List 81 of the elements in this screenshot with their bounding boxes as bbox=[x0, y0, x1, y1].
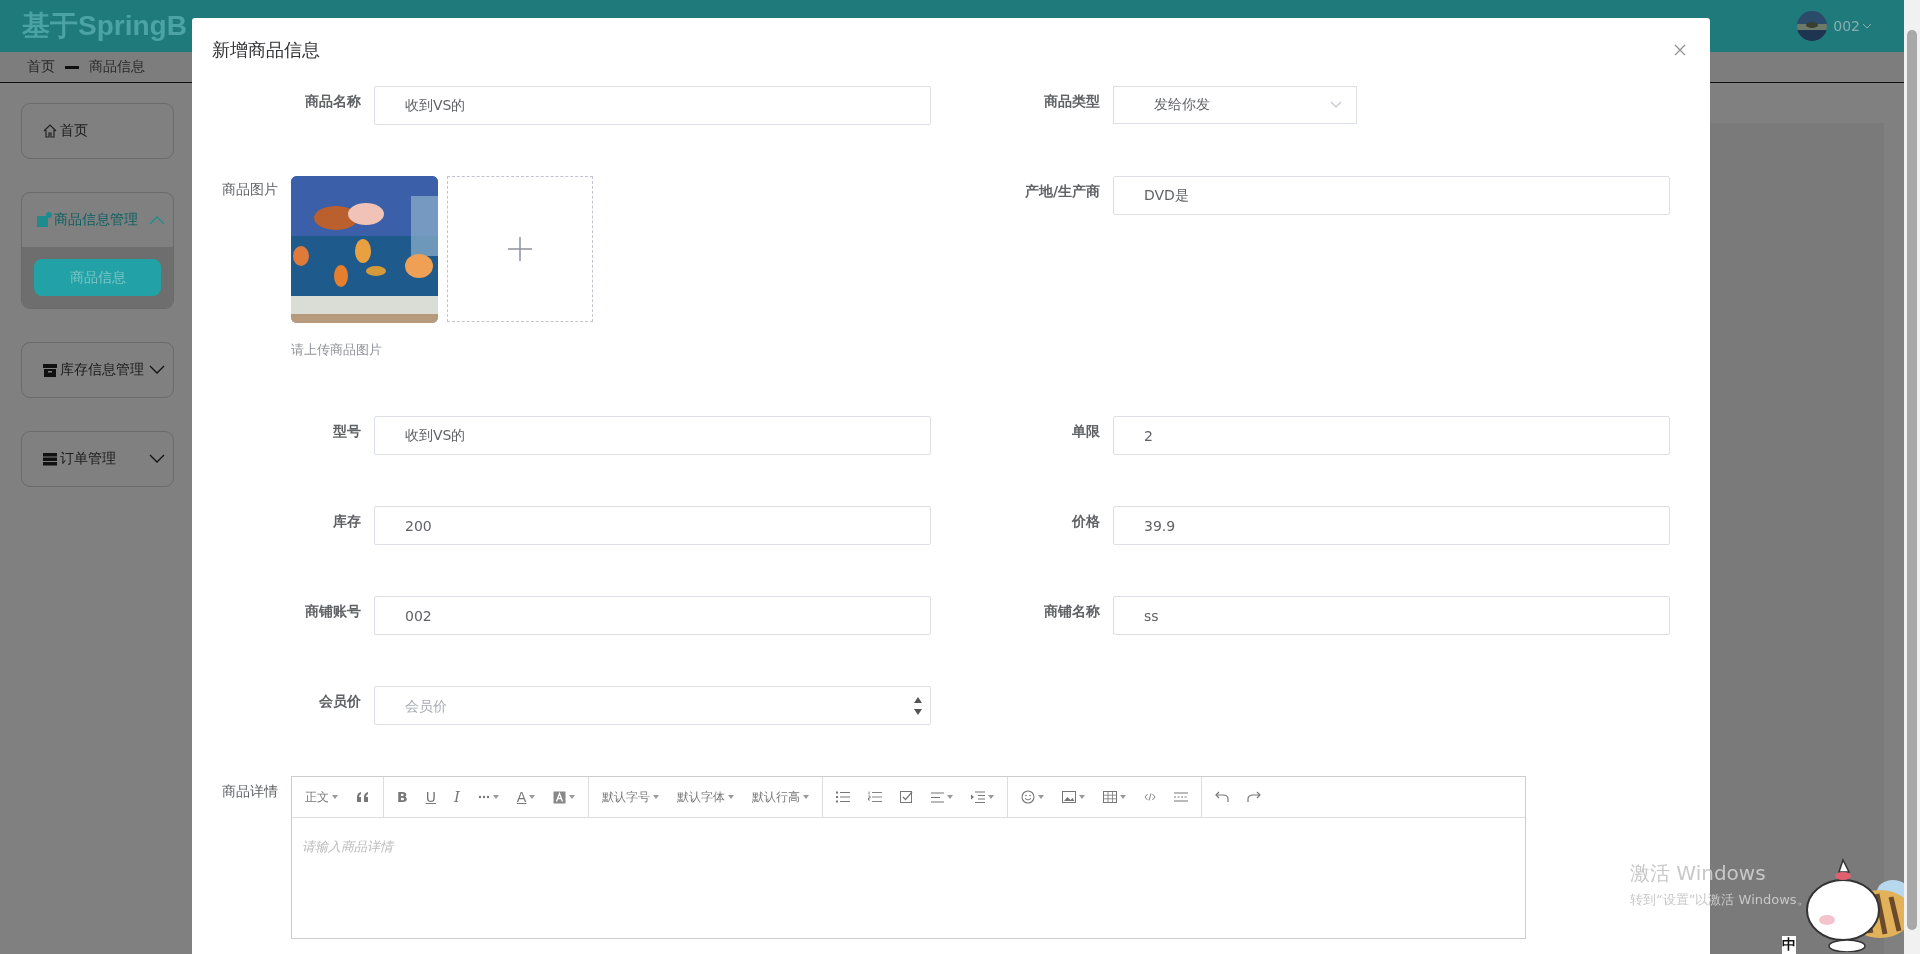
breadcrumb-separator bbox=[65, 65, 79, 69]
field-label: 商铺账号 bbox=[304, 602, 361, 621]
caret-icon bbox=[332, 795, 338, 799]
field-label: 商品名称 bbox=[304, 92, 361, 111]
menu-item[interactable]: 订单管理 bbox=[22, 432, 173, 486]
caret-icon bbox=[1120, 795, 1127, 799]
toolbar-button[interactable]: U bbox=[418, 782, 443, 812]
caret-icon bbox=[569, 795, 576, 799]
spinner-icon bbox=[913, 696, 923, 716]
caret-icon bbox=[1330, 101, 1342, 109]
breadcrumb-item[interactable]: 商品信息 bbox=[89, 58, 145, 76]
field-label: 商品类型 bbox=[1043, 92, 1100, 111]
field-label: 价格 bbox=[1070, 512, 1100, 531]
quote-icon bbox=[356, 791, 370, 803]
field-label: 商品详情 bbox=[221, 782, 278, 801]
menu-item[interactable]: 首页 bbox=[22, 104, 173, 158]
divider-icon bbox=[1174, 792, 1189, 802]
highlight-icon bbox=[553, 790, 567, 804]
caret-icon bbox=[653, 795, 660, 799]
checkbox-icon bbox=[900, 790, 914, 804]
field-label: 商铺名称 bbox=[1043, 602, 1100, 621]
toolbar-button[interactable]: 正文 bbox=[298, 782, 345, 812]
align-icon bbox=[931, 791, 945, 803]
scrollbar[interactable] bbox=[1904, 0, 1920, 954]
menu-item[interactable]: 库存信息管理 bbox=[22, 343, 173, 397]
archive-box-icon bbox=[42, 362, 58, 378]
input-field[interactable]: 2 bbox=[1113, 416, 1670, 455]
chevron-icon bbox=[149, 365, 165, 375]
caret-icon bbox=[803, 795, 810, 799]
input-field[interactable]: DVD是 bbox=[1113, 176, 1670, 215]
caret-icon bbox=[1862, 22, 1872, 30]
field-label: 库存 bbox=[332, 512, 361, 531]
code-icon bbox=[1144, 793, 1157, 801]
input-field[interactable]: 002 bbox=[374, 596, 931, 635]
more-icon bbox=[477, 795, 490, 799]
toolbar-button[interactable]: 默认行高 bbox=[745, 782, 817, 812]
caret-icon bbox=[1079, 795, 1086, 799]
numbered-list-icon bbox=[868, 791, 883, 803]
caret-icon bbox=[1038, 795, 1045, 799]
close-icon bbox=[1674, 44, 1686, 56]
caret-icon bbox=[492, 795, 499, 799]
dialog-title: 新增商品信息 bbox=[212, 38, 320, 62]
field-label: 商品图片 bbox=[221, 180, 278, 199]
redo-icon bbox=[1247, 791, 1262, 803]
undo-icon bbox=[1215, 791, 1230, 803]
toolbar-button[interactable]: A bbox=[509, 782, 543, 812]
input-field[interactable]: 收到VS的 bbox=[374, 86, 931, 125]
number-field[interactable]: 会员价 bbox=[374, 686, 931, 725]
toolbar-button[interactable]: 默认字号 bbox=[595, 782, 667, 812]
toolbar-button[interactable]: B bbox=[390, 782, 415, 812]
caret-icon bbox=[529, 795, 536, 799]
list-icon bbox=[42, 451, 58, 467]
image-icon bbox=[1062, 791, 1077, 803]
input-field[interactable]: 39.9 bbox=[1113, 506, 1670, 545]
field-label: 单限 bbox=[1071, 422, 1100, 441]
chevron-icon bbox=[149, 215, 165, 225]
input-method-indicator[interactable]: 中 bbox=[1782, 936, 1796, 954]
avatar bbox=[1797, 11, 1828, 41]
bullet-list-icon bbox=[836, 791, 851, 803]
table-icon bbox=[1103, 791, 1118, 803]
indent-icon bbox=[971, 791, 986, 803]
input-field[interactable]: ss bbox=[1113, 596, 1670, 635]
field-label: 产地/生产商 bbox=[1023, 182, 1100, 201]
upload-hint: 请上传商品图片 bbox=[291, 341, 383, 359]
plus-icon bbox=[508, 237, 532, 261]
field-label: 型号 bbox=[332, 422, 361, 441]
smiley-icon bbox=[1021, 790, 1036, 804]
input-field[interactable]: 200 bbox=[374, 506, 931, 545]
chevron-icon bbox=[149, 454, 165, 464]
toolbar-button[interactable]: I bbox=[446, 782, 467, 812]
breadcrumb-item[interactable]: 首页 bbox=[27, 58, 55, 76]
scrollbar-thumb[interactable] bbox=[1907, 30, 1917, 930]
caret-icon bbox=[728, 795, 735, 799]
caret-icon bbox=[988, 795, 995, 799]
select-field[interactable]: 发给你发 bbox=[1113, 86, 1357, 124]
input-field[interactable]: 收到VS的 bbox=[374, 416, 931, 455]
home-icon bbox=[42, 123, 58, 139]
field-label: 会员价 bbox=[318, 692, 361, 711]
caret-icon bbox=[947, 795, 954, 799]
toolbar-button[interactable]: 默认字体 bbox=[670, 782, 742, 812]
editor-placeholder: 请输入商品详情 bbox=[302, 839, 393, 854]
